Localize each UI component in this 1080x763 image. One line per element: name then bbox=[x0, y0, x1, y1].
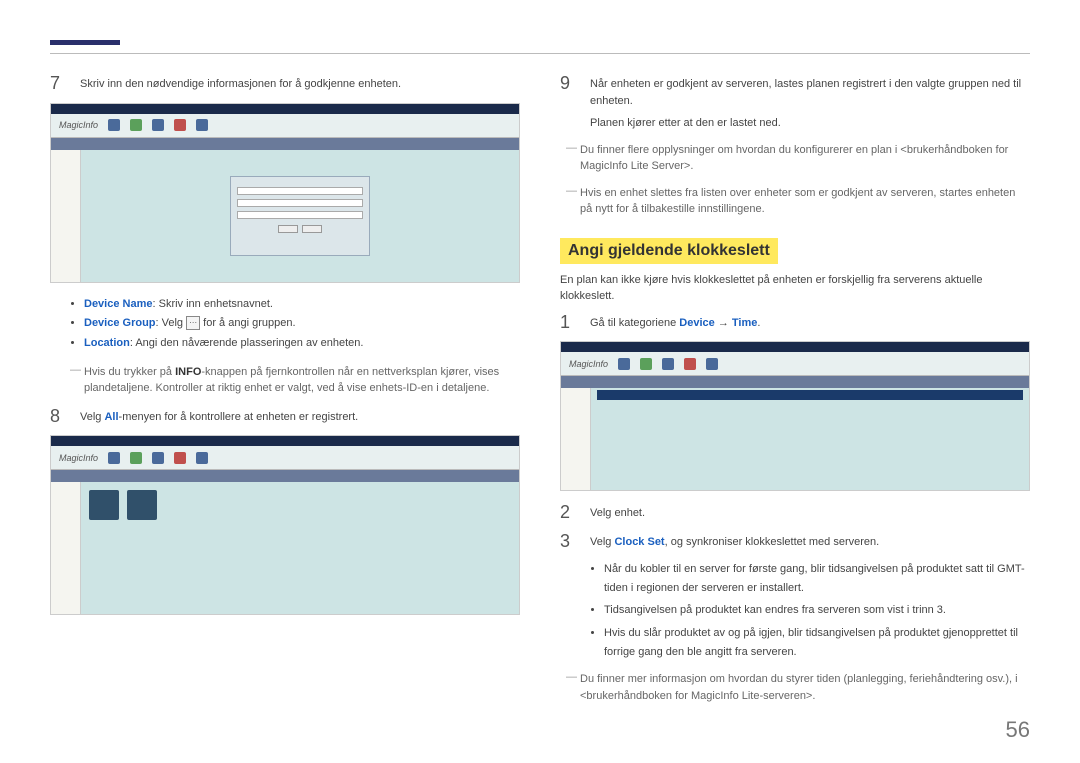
step-3: 3 Velg Clock Set, og synkroniser klokkes… bbox=[560, 532, 1030, 551]
bullet-device-name: Device Name: Skriv inn enhetsnavnet. bbox=[84, 295, 520, 315]
screenshot-device-time: MagicInfo bbox=[560, 341, 1030, 491]
screenshot-brand-2: MagicInfo bbox=[59, 453, 98, 463]
note-device-delete: Hvis en enhet slettes fra listen over en… bbox=[566, 185, 1030, 218]
time-notes: Når du kobler til en server for første g… bbox=[590, 560, 1030, 661]
device-group-label: Device Group bbox=[84, 317, 156, 329]
step-1: 1 Gå til kategoriene Device → Time. bbox=[560, 313, 1030, 332]
step-7: 7 Skriv inn den nødvendige informasjonen… bbox=[50, 74, 520, 93]
approve-dialog bbox=[230, 176, 370, 256]
device-thumbnails bbox=[81, 482, 519, 528]
screenshot-approve-device: MagicInfo bbox=[50, 103, 520, 283]
step-8: 8 Velg All-menyen for å kontrollere at e… bbox=[50, 407, 520, 426]
two-column-layout: 7 Skriv inn den nødvendige informasjonen… bbox=[50, 74, 1030, 714]
step-number-9: 9 bbox=[560, 74, 578, 132]
step-3-text: Velg Clock Set, og synkroniser klokkesle… bbox=[590, 532, 1030, 551]
step-7-text: Skriv inn den nødvendige informasjonen f… bbox=[80, 74, 520, 93]
screenshot-brand-3: MagicInfo bbox=[569, 359, 608, 369]
header-rule bbox=[50, 40, 120, 45]
step-number-1: 1 bbox=[560, 313, 578, 332]
step-2-text: Velg enhet. bbox=[590, 503, 1030, 522]
note-info-button: Hvis du trykker på INFO-knappen på fjern… bbox=[70, 364, 520, 397]
step-number-3: 3 bbox=[560, 532, 578, 551]
note-time-more-info: Du finner mer informasjon om hvordan du … bbox=[566, 671, 1030, 704]
location-label: Location bbox=[84, 337, 130, 349]
step-9-text: Når enheten er godkjent av serveren, las… bbox=[590, 74, 1030, 132]
field-bullets: Device Name: Skriv inn enhetsnavnet. Dev… bbox=[70, 295, 520, 354]
time-note-2: Tidsangivelsen på produktet kan endres f… bbox=[604, 601, 1030, 620]
bullet-device-group: Device Group: Velg ⋯ for å angi gruppen. bbox=[84, 314, 520, 334]
device-name-label: Device Name bbox=[84, 298, 153, 310]
time-note-1: Når du kobler til en server for første g… bbox=[604, 560, 1030, 597]
screenshot-all-menu: MagicInfo bbox=[50, 435, 520, 615]
left-column: 7 Skriv inn den nødvendige informasjonen… bbox=[50, 74, 520, 714]
bullet-location: Location: Angi den nåværende plasseringe… bbox=[84, 334, 520, 354]
header-divider bbox=[50, 53, 1030, 54]
time-intro: En plan kan ikke kjøre hvis klokkeslette… bbox=[560, 272, 1030, 305]
step-number-8: 8 bbox=[50, 407, 68, 426]
step-1-text: Gå til kategoriene Device → Time. bbox=[590, 313, 1030, 332]
step-2: 2 Velg enhet. bbox=[560, 503, 1030, 522]
heading-set-time: Angi gjeldende klokkeslett bbox=[560, 238, 778, 264]
page-number: 56 bbox=[1006, 717, 1030, 743]
step-number-2: 2 bbox=[560, 503, 578, 522]
ellipsis-icon: ⋯ bbox=[186, 316, 200, 330]
note-plan-config: Du finner flere opplysninger om hvordan … bbox=[566, 142, 1030, 175]
screenshot-brand: MagicInfo bbox=[59, 120, 98, 130]
step-number-7: 7 bbox=[50, 74, 68, 93]
step-9: 9 Når enheten er godkjent av serveren, l… bbox=[560, 74, 1030, 132]
time-note-3: Hvis du slår produktet av og på igjen, b… bbox=[604, 624, 1030, 661]
right-column: 9 Når enheten er godkjent av serveren, l… bbox=[560, 74, 1030, 714]
step-8-text: Velg All-menyen for å kontrollere at enh… bbox=[80, 407, 520, 426]
